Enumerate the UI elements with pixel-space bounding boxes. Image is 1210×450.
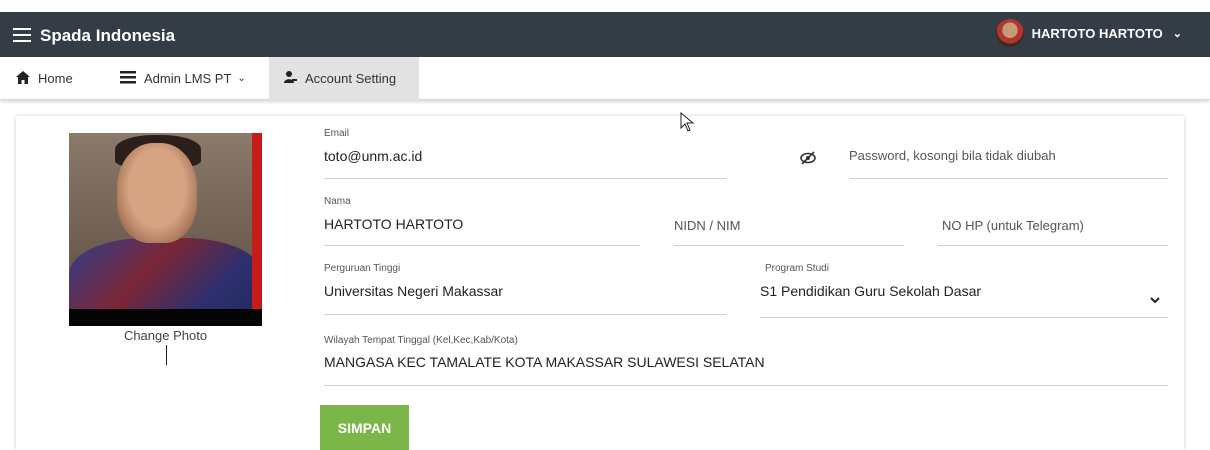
- nohp-field[interactable]: NO HP (untuk Telegram): [938, 196, 1168, 246]
- user-menu[interactable]: HARTOTO HARTOTO ⌄: [995, 19, 1182, 47]
- nama-field[interactable]: Nama HARTOTO HARTOTO: [324, 196, 640, 246]
- nav-admin-lms[interactable]: Admin LMS PT ⌄: [120, 57, 246, 100]
- nav-admin-label: Admin LMS PT: [144, 71, 232, 86]
- window-top-edge: [0, 0, 1210, 12]
- nav-home[interactable]: Home: [16, 57, 73, 100]
- wilayah-field[interactable]: Wilayah Tempat Tinggal (Kel,Kec,Kab/Kota…: [324, 335, 1168, 386]
- prodi-value: S1 Pendidikan Guru Sekolah Dasar: [760, 283, 982, 299]
- menu-icon[interactable]: [13, 28, 31, 42]
- nidn-field[interactable]: NIDN / NIM: [674, 196, 904, 246]
- simpan-button[interactable]: SIMPAN: [320, 405, 409, 450]
- user-settings-icon: [283, 70, 297, 87]
- chevron-down-icon: ⌄: [1172, 27, 1182, 40]
- wilayah-label: Wilayah Tempat Tinggal (Kel,Kec,Kab/Kota…: [324, 335, 518, 346]
- chevron-down-icon: [1150, 293, 1160, 307]
- top-navbar: Spada Indonesia HARTOTO HARTOTO ⌄: [0, 0, 1210, 57]
- pt-value: Universitas Negeri Makassar: [324, 283, 503, 299]
- nohp-placeholder: NO HP (untuk Telegram): [942, 218, 1084, 233]
- home-icon: [16, 70, 30, 87]
- nav-account-label: Account Setting: [305, 71, 397, 86]
- nidn-placeholder: NIDN / NIM: [674, 218, 741, 233]
- eye-slash-icon[interactable]: [800, 151, 816, 168]
- email-value: toto@unm.ac.id: [324, 148, 423, 164]
- chevron-down-icon: ⌄: [237, 73, 246, 84]
- wilayah-value: MANGASA KEC TAMALATE KOTA MAKASSAR SULAW…: [324, 354, 765, 370]
- nama-label: Nama: [324, 196, 351, 207]
- change-photo-link[interactable]: Change Photo: [69, 328, 262, 343]
- text-cursor: [166, 345, 167, 365]
- prodi-label: Program Studi: [765, 263, 829, 274]
- email-label: Email: [324, 128, 350, 139]
- password-placeholder: Password, kosongi bila tidak diubah: [849, 148, 1056, 163]
- user-name: HARTOTO HARTOTO: [1031, 25, 1163, 41]
- account-form-card: Change Photo Email toto@unm.ac.id Passwo…: [16, 116, 1184, 450]
- nav-home-label: Home: [38, 71, 73, 86]
- nama-value: HARTOTO HARTOTO: [324, 216, 464, 232]
- program-studi-select[interactable]: Program Studi S1 Pendidikan Guru Sekolah…: [760, 263, 1168, 318]
- pt-label: Perguruan Tinggi: [324, 263, 401, 274]
- password-field[interactable]: Password, kosongi bila tidak diubah: [849, 128, 1168, 179]
- list-icon: [120, 70, 136, 87]
- app-title[interactable]: Spada Indonesia: [40, 26, 175, 46]
- email-field[interactable]: Email toto@unm.ac.id: [324, 128, 727, 179]
- avatar: [995, 19, 1024, 47]
- profile-photo: [69, 133, 262, 326]
- secondary-nav: Home Admin LMS PT ⌄ Account Setting: [0, 57, 1210, 100]
- photo-strip: [69, 309, 262, 326]
- perguruan-tinggi-field[interactable]: Perguruan Tinggi Universitas Negeri Maka…: [324, 263, 727, 315]
- nav-account-setting[interactable]: Account Setting: [269, 57, 419, 100]
- mouse-pointer-icon: [680, 111, 696, 132]
